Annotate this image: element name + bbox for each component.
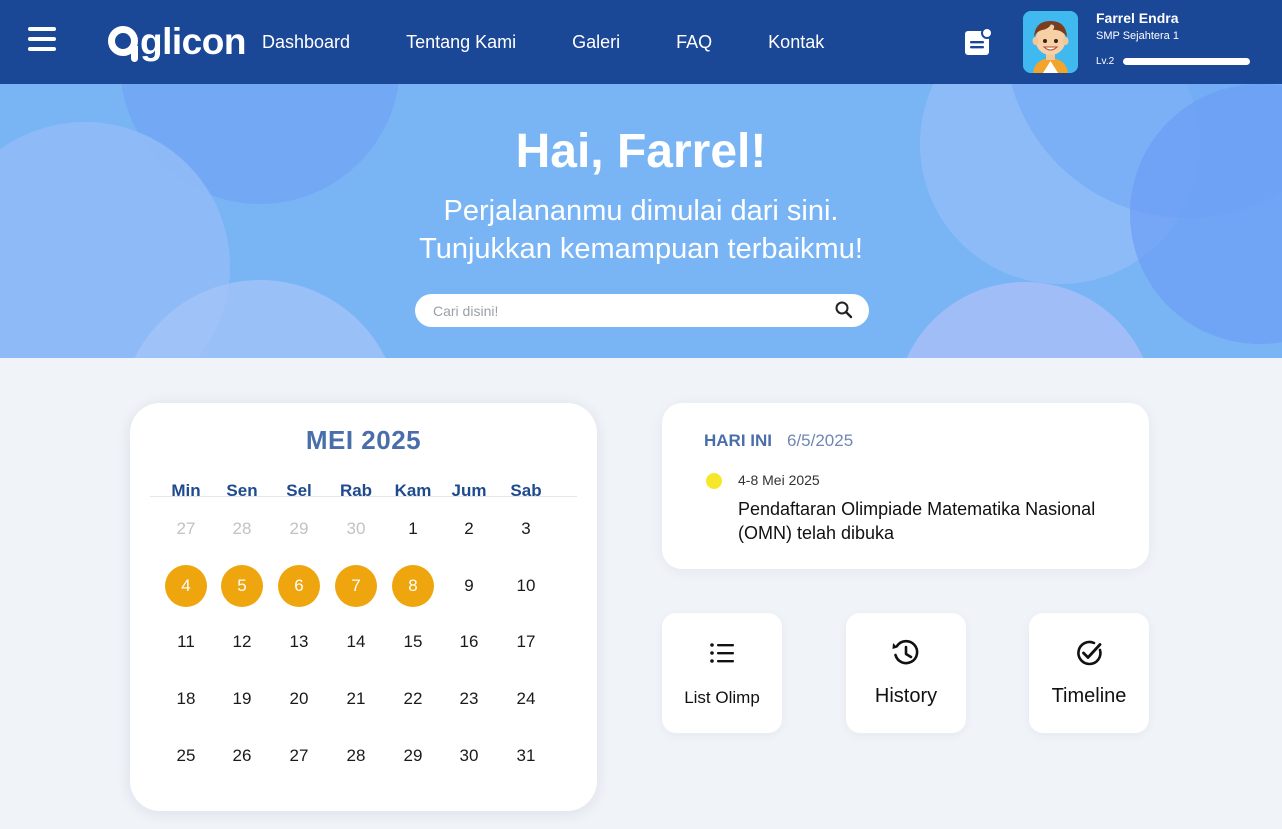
today-card: HARI INI 6/5/2025 4-8 Mei 2025 Pendaftar… [662,403,1149,569]
calendar-day[interactable]: 24 [505,678,547,720]
calendar-day[interactable]: 10 [505,565,547,607]
list-olimp-label: List Olimp [684,688,760,707]
profile-name: Farrel Endra [1096,10,1179,26]
search-bar [415,294,869,327]
profile-school: SMP Sejahtera 1 [1096,30,1179,42]
calendar-day[interactable]: 12 [221,621,263,663]
hero-banner: Hai, Farrel! Perjalananmu dimulai dari s… [0,84,1282,358]
logo-text: glicon [140,20,246,62]
calendar-day[interactable]: 3 [505,508,547,550]
hero-subtitle-line-1: Perjalananmu dimulai dari sini. [443,195,839,227]
history-button[interactable]: History [846,613,966,733]
calendar-day[interactable]: 5 [221,565,263,607]
calendar-day[interactable]: 31 [505,735,547,777]
calendar-weekday-min: Min [171,481,201,500]
calendar-day[interactable]: 19 [221,678,263,720]
calendar-weekday-rab: Rab [339,481,373,500]
notification-list-icon[interactable] [964,28,992,56]
calendar-day[interactable]: 1 [392,508,434,550]
search-input[interactable] [433,294,833,327]
history-icon [892,639,919,665]
level-progress-fill [1123,58,1250,65]
calendar-weekday-sen: Sen [226,481,258,500]
calendar-day[interactable]: 15 [392,621,434,663]
calendar-day[interactable]: 28 [221,508,263,550]
calendar-day[interactable]: 7 [335,565,377,607]
nav-links: Dashboard Tentang Kami Galeri FAQ Kontak [262,0,880,84]
timeline-check-icon [1077,640,1102,666]
level-progress-bar [1123,58,1250,65]
nav-link-dashboard[interactable]: Dashboard [262,32,350,53]
hamburger-menu-icon[interactable] [28,27,56,55]
nav-link-faq[interactable]: FAQ [676,32,712,53]
calendar-day[interactable]: 8 [392,565,434,607]
timeline-label: Timeline [1051,685,1127,707]
history-label: History [874,685,938,707]
calendar-day[interactable]: 2 [448,508,490,550]
boy-avatar-icon [1023,11,1078,73]
calendar-day[interactable]: 18 [165,678,207,720]
hero-subtitle-line-2: Tunjukkan kemampuan terbaikmu! [419,233,863,265]
event-date-range: 4-8 Mei 2025 [738,472,820,488]
calendar-weekday-kam: Kam [394,481,432,500]
calendar-day[interactable]: 14 [335,621,377,663]
calendar-day[interactable]: 21 [335,678,377,720]
calendar-day[interactable]: 25 [165,735,207,777]
calendar-day[interactable]: 30 [448,735,490,777]
calendar-day[interactable]: 20 [278,678,320,720]
calendar-day[interactable]: 16 [448,621,490,663]
list-olimp-button[interactable]: List Olimp [662,613,782,733]
calendar-day[interactable]: 27 [278,735,320,777]
nav-link-tentang-kami[interactable]: Tentang Kami [406,32,516,53]
calendar-day[interactable]: 22 [392,678,434,720]
search-icon[interactable] [834,300,854,320]
calendar-day[interactable]: 28 [335,735,377,777]
navbar: glicon Dashboard Tentang Kami Galeri FAQ… [0,0,1282,84]
calendar-day[interactable]: 29 [392,735,434,777]
calendar-day[interactable]: 30 [335,508,377,550]
avatar[interactable] [1023,11,1078,73]
nav-link-galeri[interactable]: Galeri [572,32,620,53]
decorative-bubble [895,282,1155,358]
today-date: 6/5/2025 [787,431,854,450]
calendar-day[interactable]: 13 [278,621,320,663]
calendar-weekday-sel: Sel [286,481,312,500]
calendar-day[interactable]: 29 [278,508,320,550]
logo[interactable]: glicon [108,18,246,64]
profile-level: Lv.2 [1096,56,1115,67]
calendar-month-title: MEI 2025 [305,425,422,455]
calendar-day[interactable]: 4 [165,565,207,607]
event-dot-icon [706,473,722,489]
hero-greeting: Hai, Farrel! [515,125,767,178]
logo-mark-icon [108,26,138,62]
calendar-day[interactable]: 26 [221,735,263,777]
nav-link-kontak[interactable]: Kontak [768,32,824,53]
calendar-day[interactable]: 6 [278,565,320,607]
calendar-card: MEI 2025 Min Sen Sel Rab Kam Jum Sab 27 28 29 30 1… [130,403,597,811]
calendar-day[interactable]: 11 [165,621,207,663]
calendar-weekday-sab: Sab [510,481,542,500]
list-icon [710,643,734,663]
calendar-day[interactable]: 9 [448,565,490,607]
calendar-weekday-jum: Jum [451,481,487,500]
today-label: HARI INI [704,431,772,450]
hero-subtitle: Perjalananmu dimulai dari sini. Tunjukka… [0,192,1282,268]
calendar-day[interactable]: 23 [448,678,490,720]
timeline-button[interactable]: Timeline [1029,613,1149,733]
calendar-day[interactable]: 17 [505,621,547,663]
event-title[interactable]: Pendaftaran Olimpiade Matematika Nasiona… [738,497,1128,545]
calendar-day[interactable]: 27 [165,508,207,550]
